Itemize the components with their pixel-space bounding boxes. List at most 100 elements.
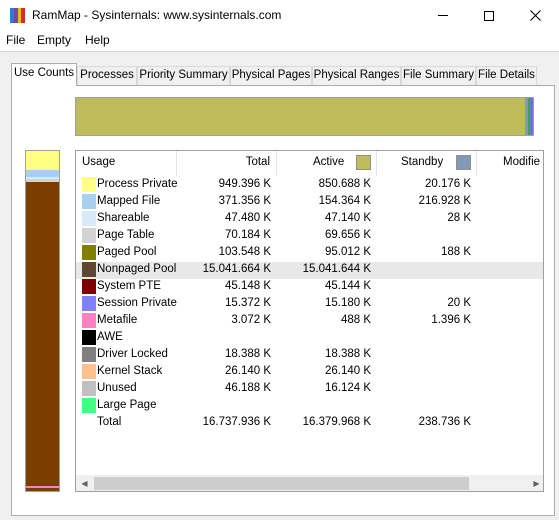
cell-usage: Kernel Stack bbox=[97, 365, 163, 377]
cell-usage: Process Private bbox=[97, 178, 178, 190]
cell-usage: Page Table bbox=[97, 229, 155, 241]
usage-color-chip bbox=[82, 330, 96, 345]
table-row[interactable]: Shareable 47.480 K 47.140 K 28 K bbox=[76, 211, 543, 228]
cell-usage: Driver Locked bbox=[97, 348, 168, 360]
minimize-button[interactable] bbox=[420, 0, 466, 31]
standby-header-label: Standby bbox=[401, 156, 444, 168]
cell-standby: 188 K bbox=[440, 246, 471, 258]
table-row[interactable]: Total 16.737.936 K 16.379.968 K 238.736 K 8 bbox=[76, 415, 543, 432]
table-header: Usage Total Active Standby Modifie bbox=[76, 151, 543, 176]
table-row[interactable]: Nonpaged Pool 15.041.664 K 15.041.644 K bbox=[76, 262, 543, 279]
scroll-left-icon[interactable]: ◀ bbox=[76, 475, 93, 491]
usage-color-chip bbox=[82, 211, 96, 226]
table-row[interactable]: Paged Pool 103.548 K 95.012 K 188 K bbox=[76, 245, 543, 262]
horizontal-scrollbar[interactable]: ◀ ▶ bbox=[76, 475, 543, 491]
use-counts-panel: Usage Total Active Standby Modifie Proce… bbox=[11, 85, 555, 516]
cell-active: 15.041.644 K bbox=[302, 263, 371, 275]
table-row[interactable]: Kernel Stack 26.140 K 26.140 K bbox=[76, 364, 543, 381]
cell-active: 15.180 K bbox=[324, 297, 371, 309]
cell-active: 47.140 K bbox=[324, 212, 371, 224]
cell-active: 26.140 K bbox=[324, 365, 371, 377]
cell-total: 103.548 K bbox=[218, 246, 271, 258]
cell-standby: 1.396 K bbox=[431, 314, 471, 326]
use-counts-table: Usage Total Active Standby Modifie Proce… bbox=[75, 150, 544, 492]
column-header-active[interactable]: Active bbox=[277, 151, 377, 176]
table-row[interactable]: Unused 46.188 K 16.124 K bbox=[76, 381, 543, 398]
tab-file-summary[interactable]: File Summary bbox=[401, 66, 476, 85]
cell-active: 69.656 K bbox=[324, 229, 371, 241]
tab-physical-pages[interactable]: Physical Pages bbox=[230, 66, 312, 85]
table-row[interactable]: Process Private 949.396 K 850.688 K 20.176 … bbox=[76, 177, 543, 194]
usage-color-chip bbox=[82, 177, 96, 192]
usage-color-chip bbox=[82, 262, 96, 277]
cell-total: 46.188 K bbox=[224, 382, 271, 394]
mapped-file-segment bbox=[26, 170, 59, 177]
minimize-icon bbox=[438, 15, 448, 16]
maximize-icon bbox=[484, 10, 494, 21]
usage-header-label: Usage bbox=[82, 156, 116, 168]
tab-physical-ranges[interactable]: Physical Ranges bbox=[312, 66, 401, 85]
menu-file[interactable]: File bbox=[6, 33, 25, 47]
cell-usage: Shareable bbox=[97, 212, 150, 224]
cell-total: 45.148 K bbox=[224, 280, 271, 292]
cell-total: 70.184 K bbox=[224, 229, 271, 241]
usage-color-chip bbox=[82, 228, 96, 243]
menu-empty[interactable]: Empty bbox=[37, 33, 71, 47]
title-bar: RamMap - Sysinternals: www.sysinternals.… bbox=[0, 0, 559, 31]
table-row[interactable]: System PTE 45.148 K 45.144 K bbox=[76, 279, 543, 296]
cell-standby: 216.928 K bbox=[418, 195, 471, 207]
cell-usage: Total bbox=[97, 416, 122, 428]
usage-color-chip bbox=[82, 381, 96, 396]
process-private-segment bbox=[26, 151, 59, 170]
cell-active: 154.364 K bbox=[318, 195, 371, 207]
cell-total: 15.372 K bbox=[224, 297, 271, 309]
total-header-label: Total bbox=[245, 156, 270, 168]
cell-modified: 7 bbox=[477, 178, 543, 190]
table-row[interactable]: Session Private 15.372 K 15.180 K 20 K bbox=[76, 296, 543, 313]
cell-usage: Metafile bbox=[97, 314, 138, 326]
cell-standby: 28 K bbox=[447, 212, 471, 224]
standby-color-swatch bbox=[456, 155, 471, 170]
column-header-modified[interactable]: Modifie bbox=[477, 151, 543, 176]
cell-active: 488 K bbox=[340, 314, 371, 326]
table-row[interactable]: Large Page bbox=[76, 398, 543, 415]
menu-help[interactable]: Help bbox=[85, 33, 110, 47]
cell-total: 47.480 K bbox=[224, 212, 271, 224]
cell-usage: System PTE bbox=[97, 280, 161, 292]
menu-bar: File Empty Help bbox=[0, 31, 559, 51]
cell-standby: 20.176 K bbox=[424, 178, 471, 190]
column-header-total[interactable]: Total bbox=[177, 151, 277, 176]
nonpaged-pool-segment bbox=[26, 182, 59, 486]
tab-use-counts[interactable]: Use Counts bbox=[11, 63, 77, 86]
cell-usage: Paged Pool bbox=[97, 246, 157, 258]
table-row[interactable]: Metafile 3.072 K 488 K 1.396 K bbox=[76, 313, 543, 330]
modified-header-label: Modifie bbox=[503, 156, 541, 168]
cell-usage: Mapped File bbox=[97, 195, 161, 207]
maximize-button[interactable] bbox=[466, 0, 512, 31]
cell-active: 45.144 K bbox=[324, 280, 371, 292]
scrollbar-thumb[interactable] bbox=[94, 477, 469, 490]
usage-color-chip bbox=[82, 364, 96, 379]
cell-modified: 8 bbox=[477, 416, 543, 428]
active-color-swatch bbox=[356, 155, 371, 170]
cell-total: 949.396 K bbox=[218, 178, 271, 190]
table-row[interactable]: AWE bbox=[76, 330, 543, 347]
table-row[interactable]: Mapped File 371.356 K 154.364 K 216.928 K bbox=[76, 194, 543, 211]
table-row[interactable]: Driver Locked 18.388 K 18.388 K bbox=[76, 347, 543, 364]
tab-processes[interactable]: Processes bbox=[77, 66, 137, 85]
column-header-standby[interactable]: Standby bbox=[377, 151, 477, 176]
usage-color-chip bbox=[82, 398, 96, 413]
usage-vertical-bar bbox=[25, 150, 60, 492]
cell-total: 18.388 K bbox=[224, 348, 271, 360]
tab-priority-summary[interactable]: Priority Summary bbox=[137, 66, 230, 85]
cell-total: 371.356 K bbox=[218, 195, 271, 207]
usage-color-chip bbox=[82, 296, 96, 311]
rammap-app-icon bbox=[10, 8, 25, 23]
scroll-right-icon[interactable]: ▶ bbox=[528, 475, 543, 491]
column-header-usage[interactable]: Usage bbox=[76, 151, 177, 176]
table-row[interactable]: Page Table 70.184 K 69.656 K bbox=[76, 228, 543, 245]
close-button[interactable] bbox=[512, 0, 558, 31]
cell-standby: 238.736 K bbox=[418, 416, 471, 428]
tab-file-details[interactable]: File Details bbox=[476, 66, 537, 85]
window-title: RamMap - Sysinternals: www.sysinternals.… bbox=[32, 8, 282, 22]
